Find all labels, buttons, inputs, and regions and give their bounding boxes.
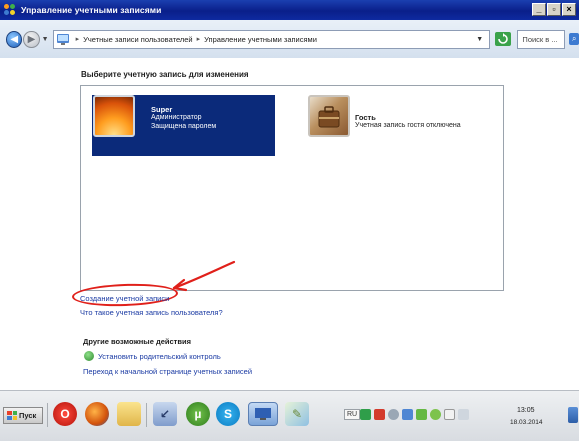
navigation-bar: ◀ ▶ ▼ ▸ Учетные записи пользователей ▸ У… <box>0 20 579 58</box>
clock-time[interactable]: 13:05 <box>517 407 535 414</box>
account-name-guest[interactable]: Гость <box>355 113 376 122</box>
explorer-folder-icon[interactable] <box>117 402 141 426</box>
skype-icon[interactable]: S <box>216 402 240 426</box>
parental-control-link[interactable]: Установить родительский контроль <box>98 352 221 361</box>
unknown-app-icon[interactable]: ↙ <box>153 402 177 426</box>
history-dropdown-icon[interactable]: ▼ <box>42 36 49 43</box>
breadcrumb-chevron-icon: ▸ <box>75 36 80 43</box>
tray-update-icon[interactable] <box>416 409 427 420</box>
tray-network-green-icon[interactable] <box>360 409 371 420</box>
address-dropdown-icon[interactable]: ▼ <box>476 36 483 43</box>
minimize-button[interactable]: _ <box>532 3 546 16</box>
forward-arrow-icon[interactable]: ▶ <box>23 30 40 48</box>
user-accounts-icon <box>4 4 17 16</box>
parental-control-shield-icon <box>84 351 94 361</box>
account-name-super[interactable]: Super <box>151 105 172 114</box>
tray-volume-icon[interactable] <box>388 409 399 420</box>
address-bar[interactable]: ▸ Учетные записи пользователей ▸ Управле… <box>52 29 491 49</box>
create-account-link[interactable]: Создание учетной записи <box>80 294 169 303</box>
windows-logo-icon <box>7 411 17 420</box>
start-button[interactable]: Пуск <box>3 407 43 424</box>
account-status-guest: Учетная запись гостя отключена <box>355 122 461 129</box>
start-label: Пуск <box>19 411 37 420</box>
tray-power-icon[interactable] <box>458 409 469 420</box>
breadcrumb-manage-accounts[interactable]: Управление учетными записями <box>204 35 317 44</box>
language-indicator[interactable]: RU <box>344 409 361 420</box>
go-main-accounts-page-link[interactable]: Переход к начальной странице учетных зап… <box>83 367 252 376</box>
maximize-button[interactable]: ▫ <box>547 3 561 16</box>
other-actions-heading: Другие возможные действия <box>83 337 191 346</box>
guest-suitcase-avatar-icon[interactable] <box>308 95 350 137</box>
search-icon[interactable]: ⌕ <box>569 33 579 45</box>
show-desktop-icon[interactable] <box>568 407 578 423</box>
window-title: Управление учетными записями <box>21 5 162 15</box>
refresh-icon[interactable] <box>494 31 511 48</box>
back-arrow-icon[interactable]: ◀ <box>6 30 23 48</box>
tray-flag-icon[interactable] <box>444 409 455 420</box>
utorrent-icon[interactable]: µ <box>186 402 210 426</box>
taskbar: Пуск O ↙ µ S ✎ RU 13:05 18.03.2014 <box>0 390 579 441</box>
breadcrumb-chevron-icon: ▸ <box>196 36 201 43</box>
control-panel-window-icon[interactable] <box>248 402 278 426</box>
clock-date[interactable]: 18.03.2014 <box>510 419 543 426</box>
accounts-list: Super Администратор Защищена паролем Гос… <box>80 85 504 291</box>
search-input[interactable]: Поиск в ... <box>517 29 566 49</box>
breadcrumb-user-accounts[interactable]: Учетные записи пользователей <box>83 35 193 44</box>
main-content: Выберите учетную запись для изменения Su… <box>0 58 579 390</box>
orange-flower-avatar-icon[interactable] <box>93 95 135 137</box>
taskbar-separator <box>47 403 48 427</box>
tray-antivirus-icon[interactable] <box>374 409 385 420</box>
search-placeholder: Поиск в ... <box>522 34 558 44</box>
close-button[interactable]: × <box>562 3 576 16</box>
tray-green-circle-icon[interactable] <box>430 409 441 420</box>
control-panel-icon <box>56 33 69 45</box>
account-role-super: Администратор <box>151 114 202 121</box>
paint-icon[interactable]: ✎ <box>285 402 309 426</box>
opera-icon[interactable]: O <box>53 402 77 426</box>
taskbar-separator <box>146 403 147 427</box>
what-is-account-link[interactable]: Что такое учетная запись пользователя? <box>80 308 223 317</box>
account-status-super: Защищена паролем <box>151 123 217 130</box>
page-heading: Выберите учетную запись для изменения <box>81 70 249 79</box>
title-bar: Управление учетными записями _ ▫ × <box>0 0 579 20</box>
tray-network-icon[interactable] <box>402 409 413 420</box>
firefox-icon[interactable] <box>85 402 109 426</box>
